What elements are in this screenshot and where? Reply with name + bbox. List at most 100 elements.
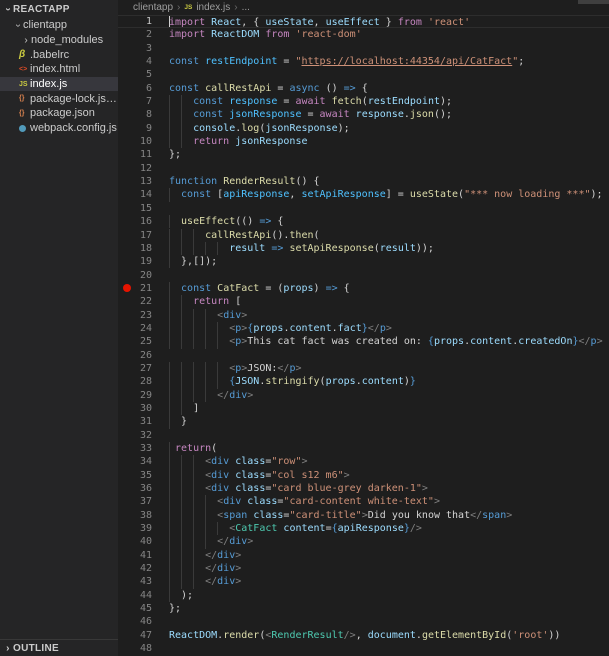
code-line-34[interactable]: 34<div class="row"> xyxy=(118,455,609,468)
glyph-margin[interactable] xyxy=(118,375,136,388)
glyph-margin[interactable] xyxy=(118,589,136,602)
code-line-23[interactable]: 23<div> xyxy=(118,309,609,322)
glyph-margin[interactable] xyxy=(118,175,136,188)
glyph-margin[interactable] xyxy=(118,148,136,161)
code-line-22[interactable]: 22return [ xyxy=(118,295,609,308)
glyph-margin[interactable] xyxy=(118,429,136,442)
glyph-margin[interactable] xyxy=(118,615,136,628)
glyph-margin[interactable] xyxy=(118,442,136,455)
code-line-24[interactable]: 24<p>{props.content.fact}</p> xyxy=(118,322,609,335)
line-number[interactable]: 10 xyxy=(136,135,152,148)
glyph-margin[interactable] xyxy=(118,282,136,295)
code-line-18[interactable]: 18result => setApiResponse(result)); xyxy=(118,242,609,255)
line-number[interactable]: 12 xyxy=(136,162,152,175)
tree-item-node-modules[interactable]: ›node_modules xyxy=(0,33,118,48)
glyph-margin[interactable] xyxy=(118,549,136,562)
code-line-3[interactable]: 3 xyxy=(118,42,609,55)
line-number[interactable]: 36 xyxy=(136,482,152,495)
glyph-margin[interactable] xyxy=(118,522,136,535)
line-number[interactable]: 34 xyxy=(136,455,152,468)
code-line-15[interactable]: 15 xyxy=(118,202,609,215)
code-line-40[interactable]: 40</div> xyxy=(118,535,609,548)
tree-item-index-html[interactable]: <>index.html xyxy=(0,62,118,77)
line-number[interactable]: 43 xyxy=(136,575,152,588)
glyph-margin[interactable] xyxy=(118,349,136,362)
code-line-31[interactable]: 31} xyxy=(118,415,609,428)
line-number[interactable]: 2 xyxy=(136,28,152,41)
line-number[interactable]: 17 xyxy=(136,229,152,242)
code-line-27[interactable]: 27<p>JSON:</p> xyxy=(118,362,609,375)
code-line-43[interactable]: 43</div> xyxy=(118,575,609,588)
line-number[interactable]: 28 xyxy=(136,375,152,388)
line-number[interactable]: 16 xyxy=(136,215,152,228)
line-number[interactable]: 31 xyxy=(136,415,152,428)
code-line-44[interactable]: 44); xyxy=(118,589,609,602)
line-number[interactable]: 14 xyxy=(136,188,152,201)
code-line-1[interactable]: 1import React, { useState, useEffect } f… xyxy=(118,15,609,28)
glyph-margin[interactable] xyxy=(118,402,136,415)
line-number[interactable]: 33 xyxy=(136,442,152,455)
code-line-13[interactable]: 13function RenderResult() { xyxy=(118,175,609,188)
line-number[interactable]: 41 xyxy=(136,549,152,562)
line-number[interactable]: 47 xyxy=(136,629,152,642)
line-number[interactable]: 46 xyxy=(136,615,152,628)
glyph-margin[interactable] xyxy=(118,16,136,27)
code-line-8[interactable]: 8const jsonResponse = await response.jso… xyxy=(118,108,609,121)
line-number[interactable]: 24 xyxy=(136,322,152,335)
glyph-margin[interactable] xyxy=(118,55,136,68)
line-number[interactable]: 27 xyxy=(136,362,152,375)
line-number[interactable]: 21 xyxy=(136,282,152,295)
workspace-section-header[interactable]: › REACTAPP xyxy=(0,0,118,18)
line-number[interactable]: 23 xyxy=(136,309,152,322)
code-line-38[interactable]: 38<span class="card-title">Did you know … xyxy=(118,509,609,522)
code-line-36[interactable]: 36<div class="card blue-grey darken-1"> xyxy=(118,482,609,495)
glyph-margin[interactable] xyxy=(118,122,136,135)
code-line-17[interactable]: 17callRestApi().then( xyxy=(118,229,609,242)
code-line-16[interactable]: 16useEffect(() => { xyxy=(118,215,609,228)
breadcrumb-item[interactable]: index.js xyxy=(196,2,230,13)
line-number[interactable]: 13 xyxy=(136,175,152,188)
line-number[interactable]: 32 xyxy=(136,429,152,442)
code-line-32[interactable]: 32 xyxy=(118,429,609,442)
code-line-19[interactable]: 19},[]); xyxy=(118,255,609,268)
line-number[interactable]: 39 xyxy=(136,522,152,535)
code-line-5[interactable]: 5 xyxy=(118,68,609,81)
glyph-margin[interactable] xyxy=(118,322,136,335)
glyph-margin[interactable] xyxy=(118,562,136,575)
tree-item-clientapp[interactable]: ›clientapp xyxy=(0,18,118,33)
line-number[interactable]: 18 xyxy=(136,242,152,255)
glyph-margin[interactable] xyxy=(118,215,136,228)
tree-item-package-json[interactable]: {}package.json xyxy=(0,106,118,121)
line-number[interactable]: 8 xyxy=(136,108,152,121)
glyph-margin[interactable] xyxy=(118,469,136,482)
line-number[interactable]: 4 xyxy=(136,55,152,68)
glyph-margin[interactable] xyxy=(118,535,136,548)
line-number[interactable]: 37 xyxy=(136,495,152,508)
line-number[interactable]: 7 xyxy=(136,95,152,108)
code-line-33[interactable]: 33return( xyxy=(118,442,609,455)
glyph-margin[interactable] xyxy=(118,202,136,215)
code-line-42[interactable]: 42</div> xyxy=(118,562,609,575)
glyph-margin[interactable] xyxy=(118,269,136,282)
line-number[interactable]: 15 xyxy=(136,202,152,215)
code-line-26[interactable]: 26 xyxy=(118,349,609,362)
glyph-margin[interactable] xyxy=(118,629,136,642)
code-line-14[interactable]: 14const [apiResponse, setApiResponse] = … xyxy=(118,188,609,201)
code-line-11[interactable]: 11}; xyxy=(118,148,609,161)
tree-item-index-js[interactable]: JSindex.js xyxy=(0,77,118,92)
line-number[interactable]: 40 xyxy=(136,535,152,548)
line-number[interactable]: 9 xyxy=(136,122,152,135)
glyph-margin[interactable] xyxy=(118,242,136,255)
glyph-margin[interactable] xyxy=(118,309,136,322)
line-number[interactable]: 26 xyxy=(136,349,152,362)
code-line-10[interactable]: 10return jsonResponse xyxy=(118,135,609,148)
code-line-30[interactable]: 30] xyxy=(118,402,609,415)
code-line-45[interactable]: 45}; xyxy=(118,602,609,615)
glyph-margin[interactable] xyxy=(118,28,136,41)
line-number[interactable]: 19 xyxy=(136,255,152,268)
glyph-margin[interactable] xyxy=(118,295,136,308)
line-number[interactable]: 44 xyxy=(136,589,152,602)
breadcrumb-item[interactable]: ... xyxy=(242,2,250,13)
glyph-margin[interactable] xyxy=(118,415,136,428)
scrollbar-deco[interactable] xyxy=(578,0,609,4)
